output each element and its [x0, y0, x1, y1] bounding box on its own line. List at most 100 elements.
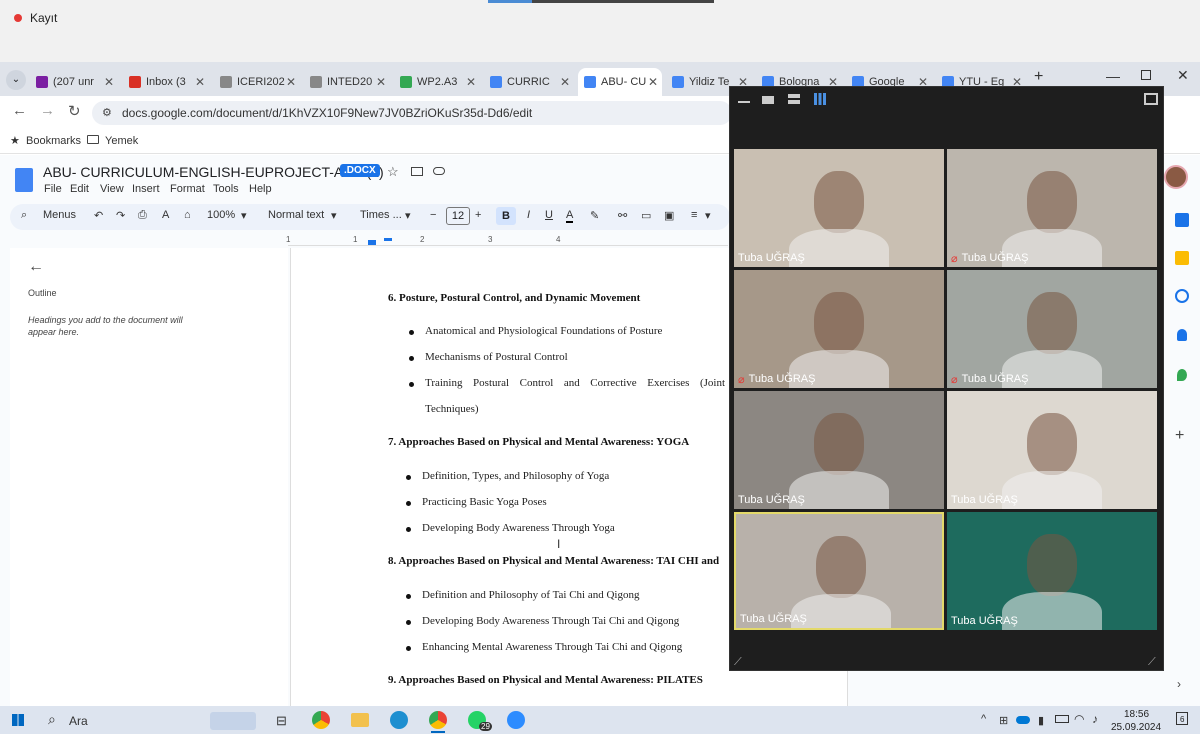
edge-icon[interactable] [390, 711, 408, 729]
gallery-view-icon[interactable] [814, 93, 826, 105]
resize-handle-right-icon[interactable]: ⟋ [1148, 656, 1156, 669]
resize-handle-left-icon[interactable]: ⟋ [734, 656, 742, 669]
tab-close-icon[interactable]: ✕ [648, 75, 658, 89]
ruler-tab-marker[interactable] [384, 238, 392, 241]
spellcheck-icon[interactable]: A [162, 209, 169, 221]
comment-icon[interactable]: ▭ [641, 209, 651, 222]
ruler-indent-marker[interactable] [368, 240, 376, 245]
maximize-icon[interactable] [1141, 70, 1151, 80]
strip-view-icon[interactable] [788, 94, 800, 104]
browser-tab[interactable]: Inbox (3 ✕ [123, 68, 209, 96]
bookmark-yemek[interactable]: Yemek [105, 135, 138, 147]
volume-icon[interactable]: ♪ [1092, 712, 1098, 726]
browser-tab[interactable]: CURRIC ✕ [484, 68, 574, 96]
participant-tile[interactable]: Tuba UĞRAŞ [734, 512, 944, 630]
forward-icon[interactable]: → [40, 102, 55, 119]
chrome-active-icon[interactable] [429, 711, 447, 729]
site-info-icon[interactable]: ⚙ [102, 106, 112, 119]
onedrive-icon[interactable] [1016, 716, 1030, 724]
increase-size-icon[interactable]: + [475, 209, 481, 221]
maps-icon[interactable] [1177, 369, 1187, 381]
browser-tab[interactable]: WP2.A3 ✕ [394, 68, 480, 96]
align-icon[interactable]: ≡ [691, 209, 697, 221]
tray-app-icon[interactable]: ⊞ [999, 714, 1008, 727]
tab-close-icon[interactable]: ✕ [286, 75, 296, 89]
redo-icon[interactable]: ↷ [116, 209, 125, 222]
browser-tab[interactable]: INTED20 ✕ [304, 68, 390, 96]
text-color-icon[interactable]: A [566, 209, 574, 223]
contacts-icon[interactable] [1177, 329, 1187, 341]
highlight-icon[interactable]: ✎ [590, 209, 599, 222]
undo-icon[interactable]: ↶ [94, 209, 103, 222]
participant-tile[interactable]: ⌀ Tuba UĞRAŞ [947, 149, 1157, 267]
battery-icon[interactable] [1055, 715, 1069, 723]
tasks-icon[interactable] [1175, 289, 1189, 303]
close-window-icon[interactable]: ✕ [1177, 67, 1189, 84]
document-title[interactable]: ABU- CURRICULUM-ENGLISH-EUPROJECT-ABU (1… [43, 164, 384, 180]
zoom-select[interactable]: 100% [207, 209, 235, 221]
tab-close-icon[interactable]: ✕ [376, 75, 386, 89]
back-icon[interactable]: ← [12, 102, 27, 119]
bookmark-bookmarks[interactable]: Bookmarks [26, 135, 81, 147]
menu-format[interactable]: Format [170, 183, 205, 195]
expand-panel-icon[interactable]: › [1177, 677, 1181, 691]
search-menus[interactable]: Menus [43, 209, 76, 221]
add-addon-icon[interactable]: + [1175, 427, 1184, 445]
task-view-icon[interactable]: ⊟ [276, 713, 287, 729]
tab-search-icon[interactable]: ⌄ [6, 70, 26, 90]
usb-icon[interactable]: ▮ [1038, 714, 1044, 727]
move-folder-icon[interactable] [411, 167, 423, 176]
minimize-video-icon[interactable] [738, 101, 750, 103]
participant-tile[interactable]: ⌀ Tuba UĞRAŞ [947, 270, 1157, 388]
font-chevron-icon[interactable]: ▾ [405, 209, 411, 222]
browser-tab[interactable]: ICERI202 ✕ [214, 68, 300, 96]
tab-close-icon[interactable]: ✕ [560, 75, 570, 89]
participant-tile[interactable]: ⌀ Tuba UĞRAŞ [734, 270, 944, 388]
browser-tab[interactable]: (207 unr ✕ [30, 68, 118, 96]
style-select[interactable]: Normal text [268, 209, 324, 221]
browser-tab[interactable]: ABU- CU ✕ [578, 68, 662, 96]
tray-chevron-icon[interactable]: ^ [981, 713, 986, 725]
chrome-icon[interactable] [312, 711, 330, 729]
paint-format-icon[interactable]: ⌂ [184, 209, 191, 221]
menu-insert[interactable]: Insert [132, 183, 160, 195]
account-avatar[interactable] [1164, 165, 1188, 189]
wifi-icon[interactable]: ◠ [1074, 712, 1084, 726]
taskbar-search-icon[interactable]: ⌕ [48, 711, 56, 728]
zoom-chevron-icon[interactable]: ▾ [241, 209, 247, 222]
tab-close-icon[interactable]: ✕ [466, 75, 476, 89]
windows-start-icon[interactable] [12, 714, 24, 726]
calendar-icon[interactable] [1175, 213, 1189, 227]
taskbar-search[interactable]: Ara [69, 714, 88, 728]
menu-tools[interactable]: Tools [213, 183, 239, 195]
style-chevron-icon[interactable]: ▾ [331, 209, 337, 222]
search-menus-icon[interactable]: ⌕ [21, 209, 27, 222]
menu-file[interactable]: File [44, 183, 62, 195]
docs-logo-icon[interactable] [15, 168, 33, 192]
participant-tile[interactable]: Tuba UĞRAŞ [947, 512, 1157, 630]
font-size-field[interactable]: 12 [446, 207, 470, 225]
participant-tile[interactable]: Tuba UĞRAŞ [734, 391, 944, 509]
align-chevron-icon[interactable]: ▾ [705, 209, 711, 222]
clock-time[interactable]: 18:56 [1124, 709, 1149, 720]
zoom-app-icon[interactable] [507, 711, 525, 729]
image-icon[interactable]: ▣ [664, 209, 674, 222]
url-field[interactable]: docs.google.com/document/d/1KhVZX10F9New… [92, 101, 732, 125]
italic-icon[interactable]: I [527, 209, 530, 221]
link-icon[interactable]: ⚯ [618, 209, 627, 222]
menu-help[interactable]: Help [249, 183, 272, 195]
bold-icon[interactable]: B [496, 207, 516, 225]
font-select[interactable]: Times ... [360, 209, 402, 221]
underline-icon[interactable]: U [545, 209, 553, 221]
file-explorer-icon[interactable] [351, 713, 369, 727]
clock-date[interactable]: 25.09.2024 [1111, 722, 1161, 733]
participant-tile[interactable]: Tuba UĞRAŞ [947, 391, 1157, 509]
decrease-size-icon[interactable]: − [430, 209, 436, 221]
tab-close-icon[interactable]: ✕ [195, 75, 205, 89]
reload-icon[interactable]: ↻ [68, 102, 81, 120]
close-outline-icon[interactable]: ← [28, 258, 44, 276]
zoom-meeting-window[interactable]: Tuba UĞRAŞ ⌀ Tuba UĞRAŞ ⌀ Tuba UĞRAŞ ⌀ Tuba UĞ… [729, 86, 1164, 671]
participant-tile[interactable]: Tuba UĞRAŞ [734, 149, 944, 267]
speaker-view-icon[interactable] [762, 96, 774, 104]
print-icon[interactable]: ⎙ [138, 209, 147, 222]
